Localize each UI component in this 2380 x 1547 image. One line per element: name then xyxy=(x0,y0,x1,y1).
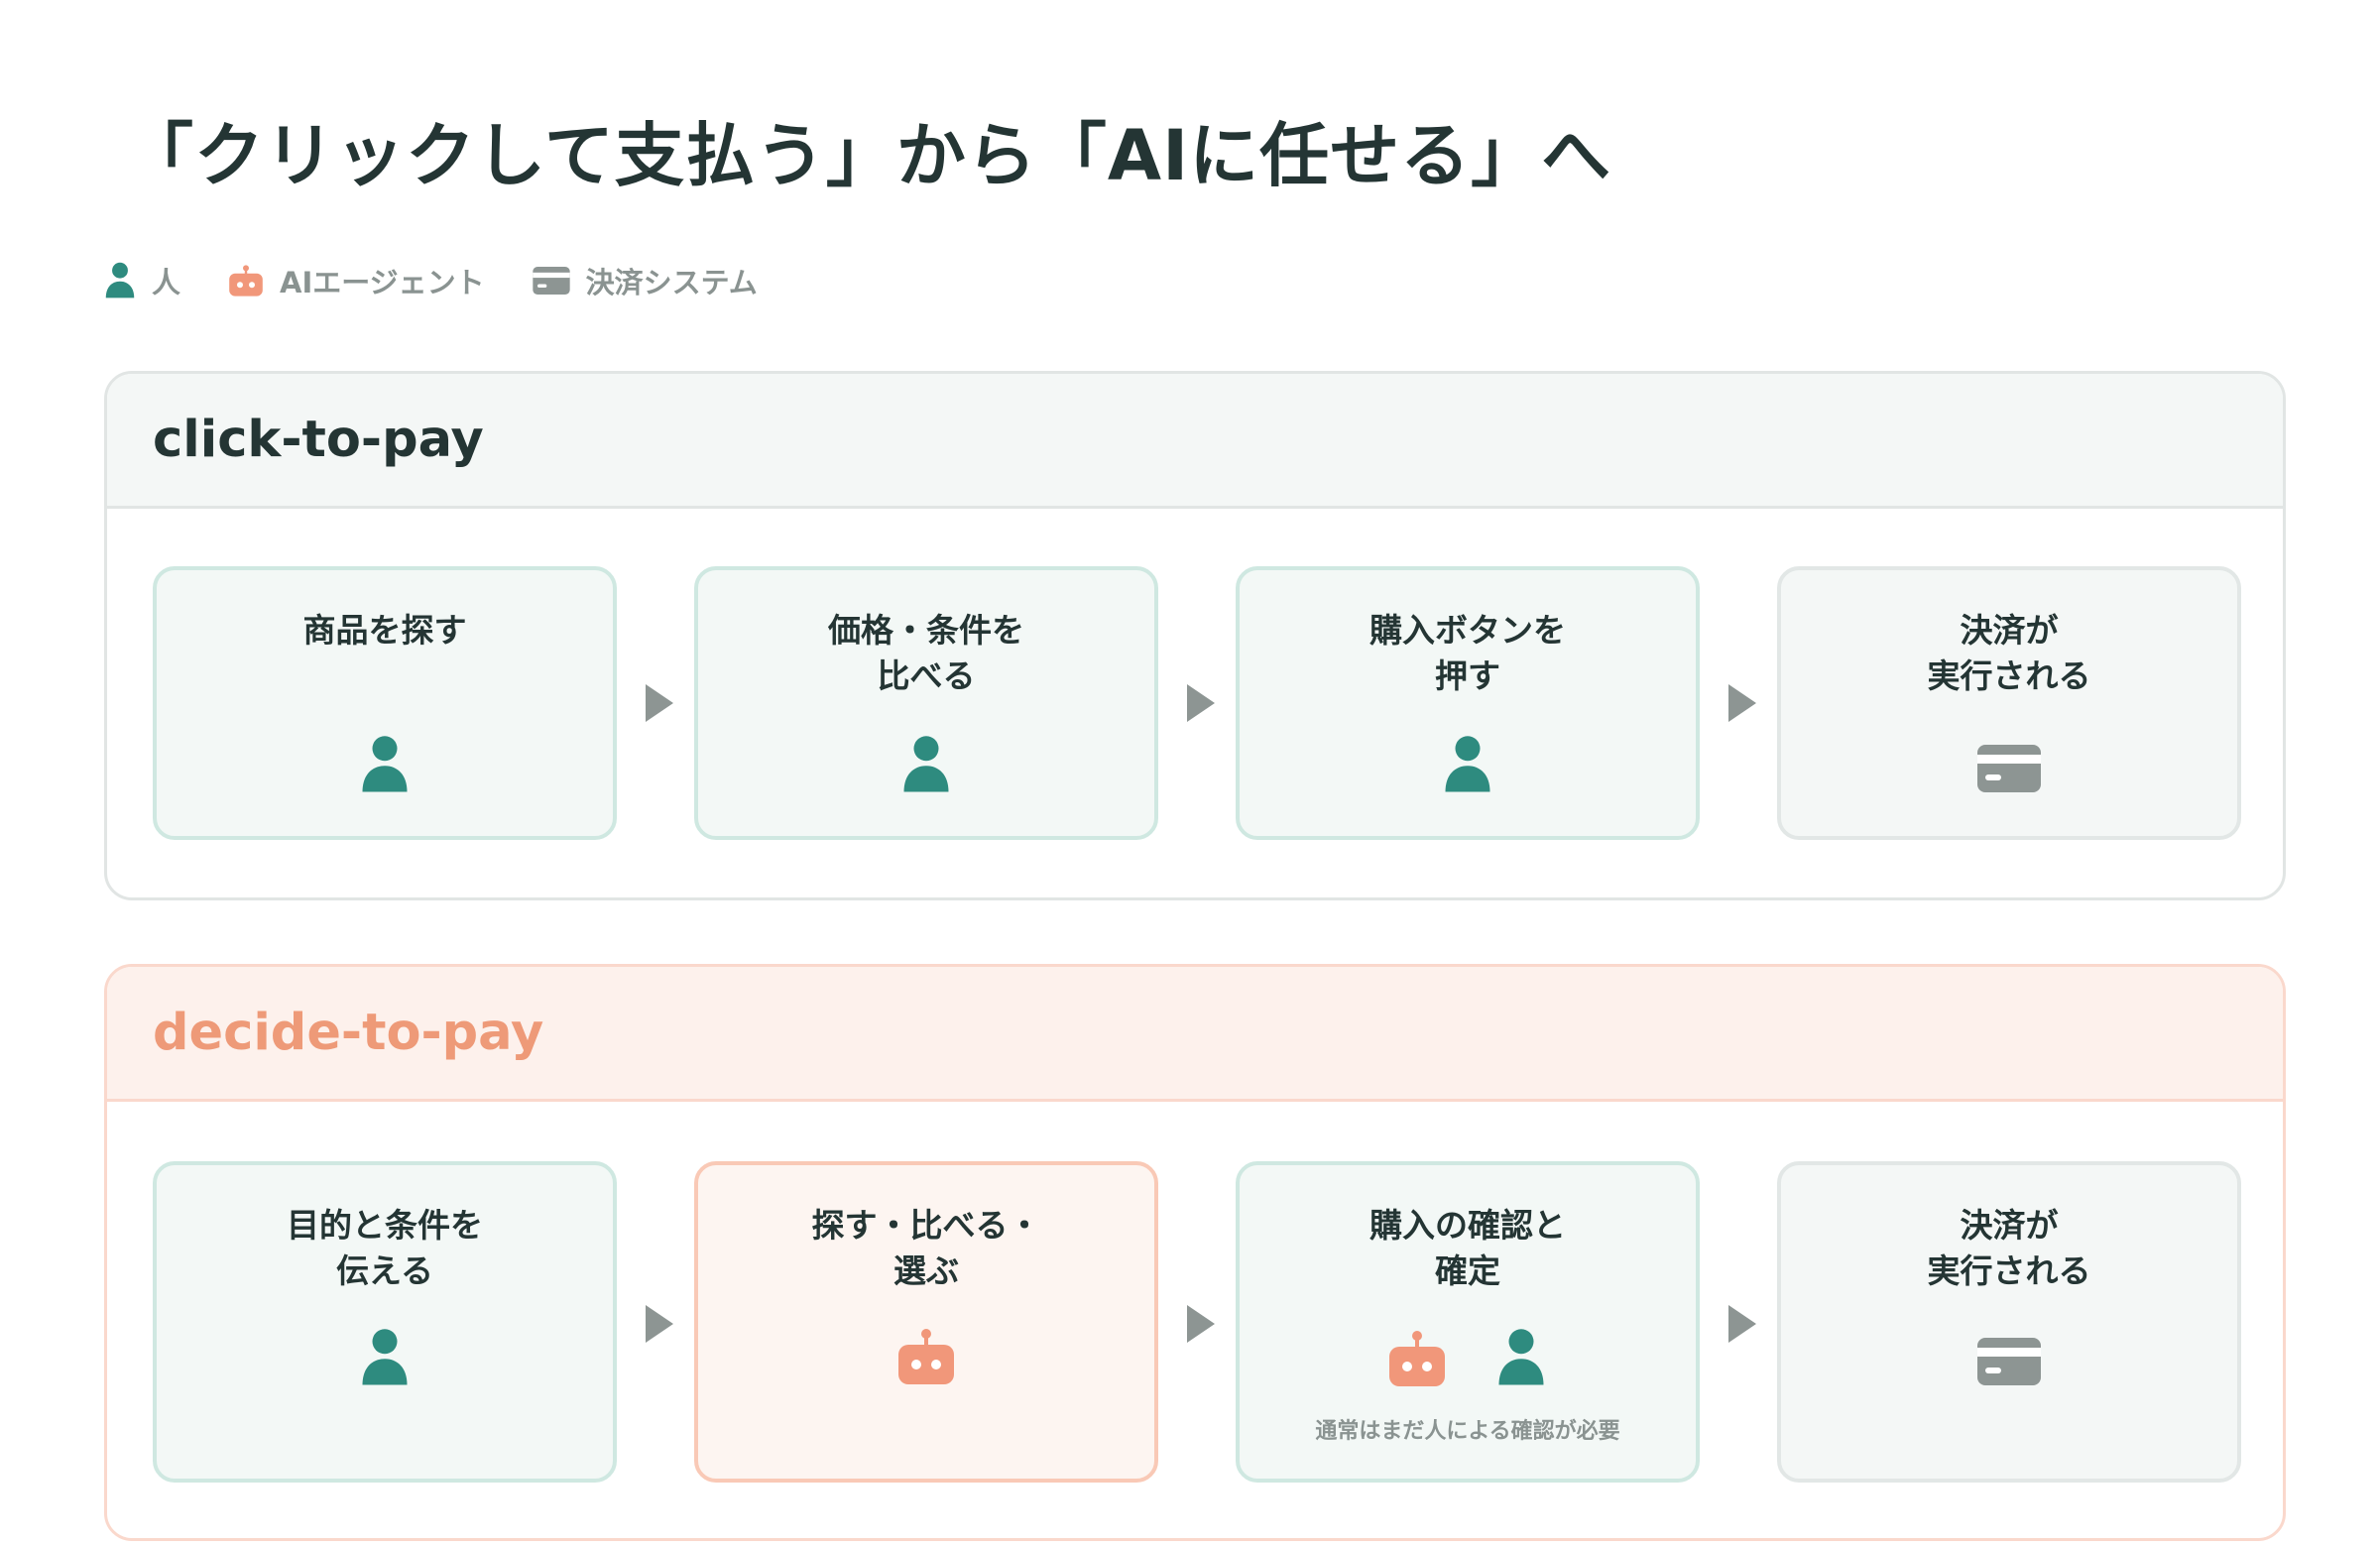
arrow-icon xyxy=(646,1305,673,1343)
step-label: 購入ボタンを 押す xyxy=(1369,611,1566,695)
person-icon xyxy=(362,1329,408,1385)
arrow-icon xyxy=(646,684,673,722)
robot-icon xyxy=(229,265,263,297)
card-icon xyxy=(533,267,570,295)
step-label: 価格・条件を 比べる xyxy=(828,611,1024,695)
section-title: click-to-pay xyxy=(107,374,2283,509)
step-label: 目的と条件を 伝える xyxy=(287,1206,483,1290)
arrow-icon xyxy=(1728,684,1756,722)
section-decide-to-pay: decide-to-pay 目的と条件を 伝える 探す・比べる・ 選ぶ 購入の確… xyxy=(104,964,2286,1541)
step-card: 決済が 実行される xyxy=(1777,1161,2241,1483)
arrow-icon xyxy=(1728,1305,1756,1343)
step-card: 購入ボタンを 押す xyxy=(1236,566,1700,840)
person-icon xyxy=(1498,1329,1544,1385)
step-card: 探す・比べる・ 選ぶ xyxy=(694,1161,1158,1483)
arrow-icon xyxy=(1187,684,1215,722)
legend-item-person: 人 xyxy=(104,260,180,301)
card-icon xyxy=(1977,745,2041,792)
robot-icon xyxy=(1389,1331,1445,1386)
step-card: 購入の確認と 確定 通常はまだ人による確認が必要 xyxy=(1236,1161,1700,1483)
step-label: 商品を探す xyxy=(302,611,467,650)
person-icon xyxy=(1445,736,1490,792)
card-icon xyxy=(1977,1338,2041,1385)
person-icon xyxy=(105,262,135,298)
step-card: 目的と条件を 伝える xyxy=(153,1161,617,1483)
legend: 人 AIエージェント 決済システム xyxy=(104,260,758,301)
robot-icon xyxy=(898,1329,954,1384)
step-card: 商品を探す xyxy=(153,566,617,840)
section-click-to-pay: click-to-pay 商品を探す 価格・条件を 比べる 購入ボタンを 押す xyxy=(104,371,2286,900)
arrow-icon xyxy=(1187,1305,1215,1343)
step-label: 探す・比べる・ 選ぶ xyxy=(811,1206,1041,1290)
legend-item-payment-system: 決済システム xyxy=(533,260,758,301)
person-icon xyxy=(903,736,949,792)
step-card: 価格・条件を 比べる xyxy=(694,566,1158,840)
legend-label-person: 人 xyxy=(152,266,181,299)
step-label: 決済が 実行される xyxy=(1927,611,2091,695)
step-label: 購入の確認と 確定 xyxy=(1369,1206,1566,1290)
person-icon xyxy=(362,736,408,792)
legend-label-payment-system: 決済システム xyxy=(585,266,758,299)
step-label: 決済が 実行される xyxy=(1927,1206,2091,1290)
legend-item-ai-agent: AIエージェント xyxy=(228,260,485,301)
page-title: 「クリックして支払う」から「AIに任せる」へ xyxy=(124,115,1612,196)
step-card: 決済が 実行される xyxy=(1777,566,2241,840)
section-title: decide-to-pay xyxy=(107,967,2283,1102)
legend-label-ai-agent: AIエージェント xyxy=(280,266,485,299)
step-note: 通常はまだ人による確認が必要 xyxy=(1315,1419,1620,1444)
